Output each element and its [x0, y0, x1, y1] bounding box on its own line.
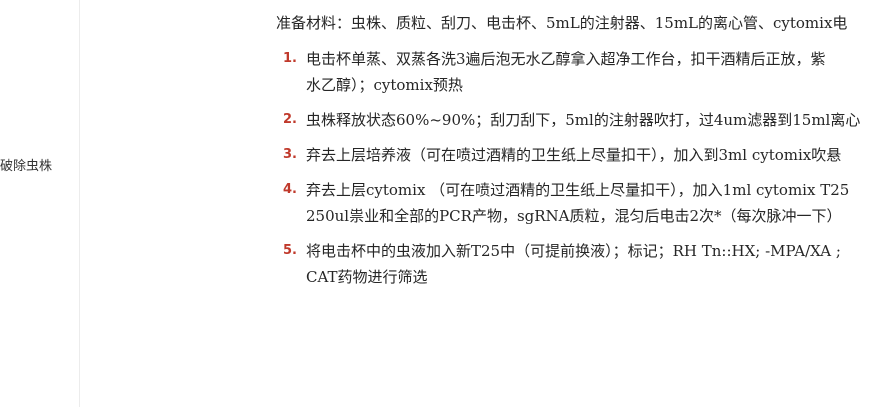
step-text: 弃去上层培养液（可在喷过酒精的卫生纸上尽量扣干），加入到3ml cytomix吹… — [306, 146, 842, 164]
step-text: 250ul祟业和全部的PCR产物，sgRNA质粒，混匀后电击2次*（每次脉冲一下… — [306, 207, 842, 225]
step-number: 2. — [283, 112, 297, 127]
page: 破除虫株 准备材料：虫株、质粒、刮刀、电击杯、5mL的注射器、15mL的离心管、… — [0, 0, 894, 407]
step-text: CAT药物进行筛选 — [306, 268, 428, 286]
list-item: 1. 电击杯单蒸、双蒸各洗3遍后泡无水乙醇拿入超净工作台，扣干酒精后正放，紫 水… — [276, 46, 894, 98]
list-item: 3. 弃去上层培养液（可在喷过酒精的卫生纸上尽量扣干），加入到3ml cytom… — [276, 142, 894, 168]
steps-list: 1. 电击杯单蒸、双蒸各洗3遍后泡无水乙醇拿入超净工作台，扣干酒精后正放，紫 水… — [276, 46, 894, 290]
list-item: 4. 弃去上层cytomix （可在喷过酒精的卫生纸上尽量扣干），加入1ml c… — [276, 177, 894, 229]
list-item: 2. 虫株释放状态60%~90%；刮刀刮下，5ml的注射器吹打，过4um滤器到1… — [276, 107, 894, 133]
sidebar-item-label[interactable]: 破除虫株 — [0, 155, 52, 174]
sidebar: 破除虫株 — [0, 0, 80, 407]
list-item: 5. 将电击杯中的虫液加入新T25中（可提前换液）；标记；RH Tn::HX; … — [276, 238, 894, 290]
step-text: 电击杯单蒸、双蒸各洗3遍后泡无水乙醇拿入超净工作台，扣干酒精后正放，紫 — [306, 50, 826, 68]
step-number: 5. — [283, 243, 297, 258]
step-number: 4. — [283, 182, 297, 197]
step-number: 3. — [283, 147, 297, 162]
step-text: 虫株释放状态60%~90%；刮刀刮下，5ml的注射器吹打，过4um滤器到15ml… — [306, 111, 861, 129]
materials-paragraph: 准备材料：虫株、质粒、刮刀、电击杯、5mL的注射器、15mL的离心管、cytom… — [276, 14, 848, 32]
step-text: 将电击杯中的虫液加入新T25中（可提前换液）；标记；RH Tn::HX; -MP… — [306, 242, 841, 260]
step-text: 水乙醇）；cytomix预热 — [306, 76, 463, 94]
step-text: 弃去上层cytomix （可在喷过酒精的卫生纸上尽量扣干），加入1ml cyto… — [306, 181, 850, 199]
step-number: 1. — [283, 51, 297, 66]
document-content: 准备材料：虫株、质粒、刮刀、电击杯、5mL的注射器、15mL的离心管、cytom… — [276, 12, 894, 299]
